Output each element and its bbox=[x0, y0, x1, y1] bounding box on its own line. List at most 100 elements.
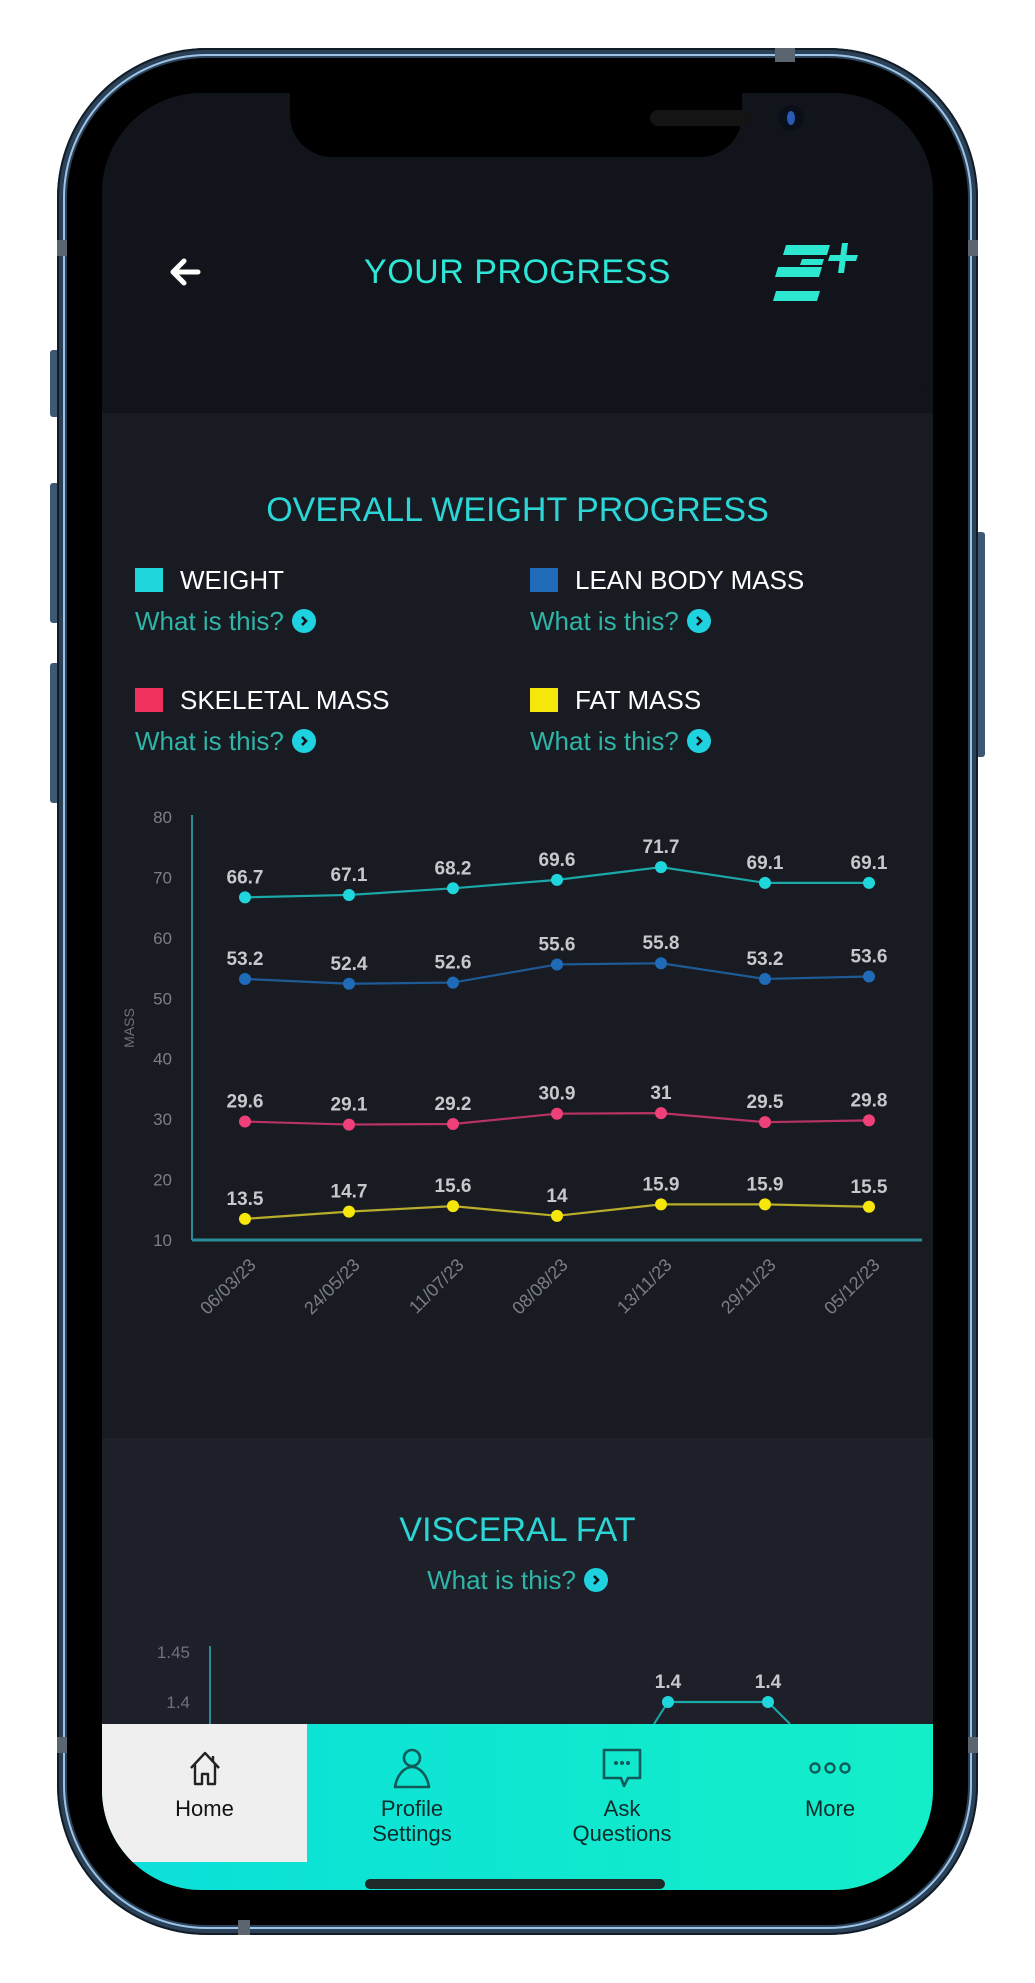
data-label: 29.2 bbox=[435, 1094, 472, 1115]
data-point bbox=[863, 1114, 875, 1127]
x-tick-label: 24/05/23 bbox=[300, 1255, 364, 1319]
tab-label: Home bbox=[175, 1796, 234, 1821]
data-label: 69.1 bbox=[747, 853, 784, 874]
data-point bbox=[239, 1115, 251, 1128]
y-tick-label: 70 bbox=[153, 868, 172, 887]
data-label: 1.4 bbox=[655, 1672, 682, 1693]
y-tick-label: 40 bbox=[153, 1050, 172, 1069]
y-tick-label: 1.4 bbox=[166, 1693, 190, 1712]
y-tick-label: 30 bbox=[153, 1110, 172, 1129]
data-point bbox=[343, 1205, 355, 1218]
data-point bbox=[762, 1696, 774, 1708]
tab-label: More bbox=[804, 1796, 856, 1821]
user-icon bbox=[391, 1746, 433, 1790]
data-label: 15.9 bbox=[643, 1174, 680, 1195]
data-point bbox=[655, 861, 667, 874]
tab-ask-questions[interactable]: Ask Questions bbox=[517, 1724, 727, 1862]
y-tick-label: 60 bbox=[153, 929, 172, 948]
bottom-tab-bar: Home Profile Settings Ask Questions More bbox=[102, 1724, 933, 1890]
home-indicator bbox=[365, 1879, 665, 1889]
antenna-band bbox=[57, 240, 67, 256]
visceral-fat-chart: 1.4 1.45 1.4 1.4 bbox=[157, 1643, 791, 1724]
y-tick-label: 80 bbox=[153, 808, 172, 827]
data-label: 69.6 bbox=[539, 850, 576, 871]
data-label: 29.1 bbox=[331, 1095, 368, 1116]
visceral-what-is-this-link[interactable]: What is this? bbox=[102, 1563, 933, 1597]
data-label: 13.5 bbox=[227, 1189, 264, 1210]
data-point bbox=[863, 970, 875, 983]
antenna-band bbox=[238, 1920, 250, 1935]
data-point bbox=[655, 1198, 667, 1211]
data-point bbox=[759, 876, 771, 889]
data-point bbox=[759, 972, 771, 985]
data-label: 31 bbox=[650, 1083, 672, 1104]
data-point bbox=[239, 891, 251, 904]
x-tick-label: 06/03/23 bbox=[196, 1255, 260, 1319]
y-tick-label: 20 bbox=[153, 1171, 172, 1190]
chevron-right-circle-icon bbox=[583, 1568, 608, 1592]
data-label: 15.5 bbox=[851, 1177, 888, 1198]
app-screen: YOUR PROGRESS OVERALL WEIGHT PROGRESS WE… bbox=[102, 93, 933, 1890]
data-label: 66.7 bbox=[227, 867, 264, 888]
data-point bbox=[447, 882, 459, 895]
data-label: 53.6 bbox=[851, 947, 888, 968]
tab-more[interactable]: More bbox=[727, 1724, 933, 1862]
data-label: 1.4 bbox=[755, 1672, 782, 1693]
data-point bbox=[655, 1107, 667, 1120]
data-point bbox=[551, 1209, 563, 1222]
data-point bbox=[759, 1198, 771, 1211]
x-tick-label: 08/08/23 bbox=[508, 1255, 572, 1319]
y-axis-label: MASS bbox=[121, 1008, 137, 1048]
data-point bbox=[239, 972, 251, 985]
antenna-band bbox=[968, 240, 978, 256]
data-label: 15.9 bbox=[747, 1174, 784, 1195]
data-label: 71.7 bbox=[643, 837, 680, 858]
data-point bbox=[655, 957, 667, 970]
tab-label: Ask Questions bbox=[572, 1796, 671, 1846]
data-label: 30.9 bbox=[539, 1084, 576, 1105]
data-point bbox=[343, 888, 355, 901]
data-label: 14 bbox=[546, 1186, 568, 1207]
data-label: 29.6 bbox=[227, 1092, 264, 1113]
tab-label: Profile Settings bbox=[372, 1796, 452, 1846]
chat-bubble-icon bbox=[600, 1746, 644, 1790]
data-point bbox=[343, 1118, 355, 1131]
data-point bbox=[239, 1212, 251, 1225]
x-tick-label: 11/07/23 bbox=[405, 1255, 468, 1318]
home-icon bbox=[187, 1746, 223, 1790]
link-text: What is this? bbox=[427, 1565, 576, 1595]
data-label: 52.4 bbox=[331, 954, 368, 975]
weight-progress-chart: 10 20 30 40 50 60 70 80 MASS 06/03/23 24/05/23 11/0… bbox=[121, 808, 922, 1319]
data-label: 15.6 bbox=[435, 1176, 472, 1197]
x-tick-label: 29/11/23 bbox=[717, 1255, 780, 1318]
data-label: 55.6 bbox=[539, 934, 576, 955]
data-point bbox=[551, 1107, 563, 1120]
x-tick-label: 05/12/23 bbox=[820, 1255, 884, 1319]
data-point bbox=[343, 977, 355, 990]
data-label: 68.2 bbox=[435, 858, 472, 879]
antenna-band bbox=[57, 1737, 67, 1753]
data-point bbox=[447, 1117, 459, 1130]
data-point bbox=[447, 1200, 459, 1213]
data-label: 55.8 bbox=[643, 933, 680, 954]
y-tick-label: 10 bbox=[153, 1231, 172, 1250]
antenna-band bbox=[968, 1737, 978, 1753]
data-label: 67.1 bbox=[331, 865, 368, 886]
antenna-band bbox=[775, 48, 795, 62]
data-label: 29.8 bbox=[851, 1090, 888, 1111]
more-dots-icon bbox=[808, 1746, 852, 1790]
x-tick-label: 13/11/23 bbox=[613, 1255, 676, 1318]
data-point bbox=[759, 1116, 771, 1129]
data-label: 69.1 bbox=[851, 853, 888, 874]
tab-label-text: Ask Questions bbox=[572, 1796, 672, 1846]
data-point bbox=[662, 1696, 674, 1708]
visceral-section-title: VISCERAL FAT bbox=[399, 1511, 636, 1549]
tab-label-text: Profile Settings bbox=[372, 1796, 452, 1846]
y-tick-label: 1.45 bbox=[157, 1643, 190, 1662]
data-label: 53.2 bbox=[747, 949, 784, 970]
tab-home[interactable]: Home bbox=[102, 1724, 307, 1862]
data-point bbox=[863, 876, 875, 889]
data-label: 52.6 bbox=[435, 953, 472, 974]
tab-profile-settings[interactable]: Profile Settings bbox=[307, 1724, 517, 1862]
data-point bbox=[551, 958, 563, 971]
